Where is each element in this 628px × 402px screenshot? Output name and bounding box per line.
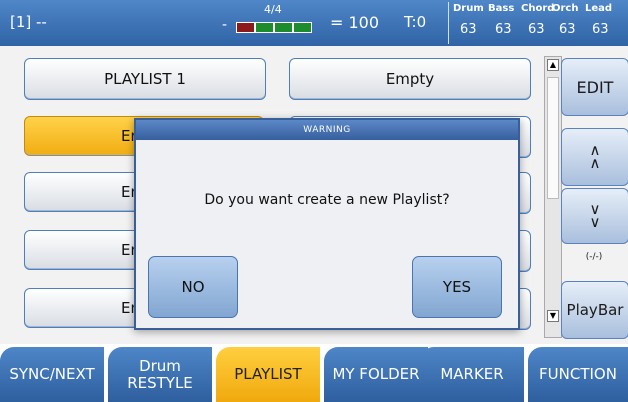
scroll-thumb[interactable] [547,77,559,199]
scroll-up-arrow-icon[interactable]: ▲ [547,59,559,71]
status-bar: [1] -- - 4/4 = 100 T:0 Drum 63 Bass 63 Chord… [0,0,628,46]
slot-label: PLAYLIST 1 [104,70,186,88]
tab-my-folder[interactable]: MY FOLDER [324,347,428,402]
playbar-button[interactable]: PlayBar [561,281,628,339]
tab-label: FUNCTION [539,365,617,383]
divider [448,2,449,44]
scroll-down-arrow-icon[interactable]: ▼ [547,310,559,322]
no-button[interactable]: NO [148,256,238,318]
mixer-channel-value: 63 [460,22,477,37]
warning-dialog: WARNING Do you want create a new Playlis… [134,118,520,330]
mixer-channel-label: Chord [521,3,555,14]
page-up-button[interactable]: ∧ ∧ [561,128,628,186]
mixer-channel-value: 63 [559,22,576,37]
edit-label: EDIT [576,77,614,97]
dash-label: - [222,17,228,33]
tab-label: RESTYLE [127,373,193,392]
mixer-channel-value: 63 [495,22,512,37]
tab-marker[interactable]: MARKER [420,347,524,402]
scrollbar[interactable]: ▲ ▼ [544,56,562,338]
tab-function[interactable]: FUNCTION [528,347,628,402]
mixer-channel-value: 63 [592,22,609,37]
mixer-channel-label: Drum [453,3,484,14]
dialog-title: WARNING [136,120,518,140]
chevron-up-icon: ∧ [589,154,601,172]
dialog-message: Do you want create a new Playlist? [204,192,450,208]
song-label: [1] -- [10,13,47,31]
mixer-channel-label: Orch [552,3,579,14]
no-label: NO [181,278,205,296]
mixer-channel-label: Bass [488,3,515,14]
transpose-label: T:0 [404,13,427,31]
beat-3 [274,22,293,33]
edit-button[interactable]: EDIT [561,58,628,116]
tab-drum-restyle[interactable]: Drum RESTYLE [108,347,212,402]
mixer-channel-value: 63 [528,22,545,37]
tab-label: PLAYLIST [234,365,302,383]
slot-label: Empty [385,70,435,88]
position-indicator: (-/-) [585,252,603,262]
beat-4 [293,22,312,33]
beat-1 [236,22,255,33]
tab-label: SYNC/NEXT [9,365,95,383]
tab-playlist[interactable]: PLAYLIST [216,347,320,402]
chevron-down-icon: ∨ [589,213,601,231]
page-down-button[interactable]: ∨ ∨ [561,188,628,244]
mixer-channel-label: Lead [585,3,613,14]
yes-button[interactable]: YES [412,256,502,318]
playlist-slot[interactable]: Empty [289,58,531,100]
playbar-label: PlayBar [566,301,624,319]
yes-label: YES [442,278,472,296]
tempo-label: = 100 [330,13,380,32]
tab-label: MARKER [440,365,504,383]
tab-label: MY FOLDER [332,365,420,383]
playlist-slot[interactable]: PLAYLIST 1 [24,58,266,100]
tab-label-top: Drum [139,356,181,375]
beat-2 [255,22,274,33]
time-signature: 4/4 [264,3,282,16]
tab-sync-next[interactable]: SYNC/NEXT [0,347,104,402]
